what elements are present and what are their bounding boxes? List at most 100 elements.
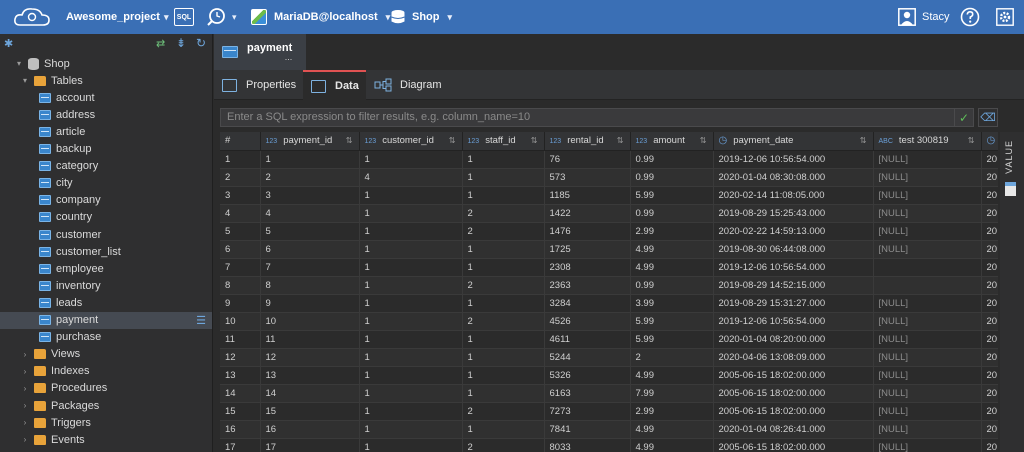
table-cell[interactable]: 1 bbox=[462, 384, 545, 403]
table-cell[interactable]: 1 bbox=[359, 240, 463, 259]
table-cell[interactable]: 2 bbox=[630, 348, 714, 367]
table-cell[interactable]: 4526 bbox=[544, 312, 631, 331]
table-row[interactable]: 2 2 4 1 573 0.99 2020-01-04 08:30:08.000 [NULL]… bbox=[220, 168, 998, 187]
table-cell[interactable]: 2019-12-06 10:56:54.000 bbox=[713, 258, 874, 277]
table-cell[interactable]: 2.99 bbox=[630, 222, 714, 241]
refresh-icon[interactable]: ↻ bbox=[196, 36, 206, 50]
column-header[interactable]: 123 payment_id ⇅ bbox=[260, 132, 360, 151]
tree-folder-packages[interactable]: › Packages bbox=[0, 397, 212, 414]
table-cell[interactable]: 2020-02-22 14:59:13.000 bbox=[713, 222, 874, 241]
column-header[interactable]: 123 amount ⇅ bbox=[630, 132, 714, 151]
table-cell[interactable]: 1 bbox=[462, 294, 545, 313]
table-cell[interactable]: 16 bbox=[260, 420, 360, 439]
tree-folder-views[interactable]: › Views bbox=[0, 346, 212, 363]
table-cell[interactable]: [NULL] bbox=[873, 294, 982, 313]
table-cell[interactable]: 1 bbox=[462, 258, 545, 277]
table-cell[interactable]: 6163 bbox=[544, 384, 631, 403]
table-cell[interactable]: 1 bbox=[359, 150, 463, 169]
table-row[interactable]: 16 16 1 1 7841 4.99 2020-01-04 08:26:41.000 [NU… bbox=[220, 420, 998, 439]
table-cell[interactable]: 2020-01-04 08:26:41.000 bbox=[713, 420, 874, 439]
tree-table-city[interactable]: city bbox=[0, 175, 212, 192]
table-cell[interactable]: 11 bbox=[260, 330, 360, 349]
table-cell[interactable]: 2.99 bbox=[630, 402, 714, 421]
table-cell[interactable]: 20 bbox=[981, 258, 998, 277]
table-cell[interactable]: 3.99 bbox=[630, 294, 714, 313]
sort-icon[interactable]: ⇅ bbox=[346, 136, 353, 145]
table-row[interactable]: 10 10 1 2 4526 5.99 2019-12-06 10:56:54.000 [NU… bbox=[220, 312, 998, 331]
tree-table-category[interactable]: category bbox=[0, 158, 212, 175]
table-cell[interactable]: [NULL] bbox=[873, 402, 982, 421]
tree-table-purchase[interactable]: purchase bbox=[0, 329, 212, 346]
table-row[interactable]: 5 5 1 2 1476 2.99 2020-02-22 14:59:13.000 [NULL… bbox=[220, 222, 998, 241]
table-cell[interactable]: [NULL] bbox=[873, 312, 982, 331]
table-cell[interactable]: 20 bbox=[981, 366, 998, 385]
table-cell[interactable]: 1 bbox=[462, 168, 545, 187]
column-header[interactable]: ABC test 300819 ⇅ bbox=[873, 132, 982, 151]
table-cell[interactable]: 0.99 bbox=[630, 150, 714, 169]
table-row[interactable]: 13 13 1 1 5326 4.99 2005-06-15 18:02:00.000 [NU… bbox=[220, 366, 998, 385]
table-cell[interactable]: 2019-08-29 14:52:15.000 bbox=[713, 276, 874, 295]
tree-table-leads[interactable]: leads bbox=[0, 294, 212, 311]
connection-selector[interactable]: MariaDB@localhost ▾ bbox=[251, 0, 390, 34]
tree-table-payment[interactable]: payment ☰ bbox=[0, 311, 212, 329]
table-cell[interactable]: 20 bbox=[981, 438, 998, 452]
settings-icon[interactable]: ✱ bbox=[4, 37, 13, 50]
table-cell[interactable]: 10 bbox=[260, 312, 360, 331]
table-cell[interactable]: [NULL] bbox=[873, 150, 982, 169]
collapse-all-icon[interactable]: ⇟ bbox=[176, 36, 186, 50]
table-cell[interactable]: 2020-01-04 08:30:08.000 bbox=[713, 168, 874, 187]
sort-icon[interactable]: ⇅ bbox=[531, 136, 538, 145]
sort-icon[interactable]: ⇅ bbox=[449, 136, 456, 145]
table-cell[interactable]: 1 bbox=[359, 384, 463, 403]
table-row[interactable]: 6 6 1 1 1725 4.99 2019-08-30 06:44:08.000 [NULL… bbox=[220, 240, 998, 259]
table-cell[interactable]: 1 bbox=[359, 402, 463, 421]
table-cell[interactable]: 20 bbox=[981, 168, 998, 187]
table-cell[interactable]: 1476 bbox=[544, 222, 631, 241]
table-row[interactable]: 9 9 1 1 3284 3.99 2019-08-29 15:31:27.000 [NULL… bbox=[220, 294, 998, 313]
table-cell[interactable]: 2005-06-15 18:02:00.000 bbox=[713, 402, 874, 421]
table-cell[interactable]: 1725 bbox=[544, 240, 631, 259]
table-cell[interactable]: 2019-08-30 06:44:08.000 bbox=[713, 240, 874, 259]
table-cell[interactable]: 1 bbox=[462, 366, 545, 385]
table-cell[interactable]: [NULL] bbox=[873, 330, 982, 349]
table-cell[interactable]: 14 bbox=[260, 384, 360, 403]
table-cell[interactable]: 1 bbox=[359, 348, 463, 367]
expand-arrow-icon[interactable]: › bbox=[20, 367, 30, 376]
table-cell[interactable]: 76 bbox=[544, 150, 631, 169]
table-cell[interactable]: 4.99 bbox=[630, 258, 714, 277]
table-cell[interactable]: 20 bbox=[981, 276, 998, 295]
table-row[interactable]: 11 11 1 1 4611 5.99 2020-01-04 08:20:00.000 [NU… bbox=[220, 330, 998, 349]
sort-icon[interactable]: ⇅ bbox=[617, 136, 624, 145]
column-header[interactable]: 123 customer_id ⇅ bbox=[359, 132, 463, 151]
table-cell[interactable]: 1 bbox=[359, 258, 463, 277]
table-cell[interactable]: 1 bbox=[462, 186, 545, 205]
help-button[interactable] bbox=[960, 7, 980, 27]
table-cell[interactable]: 15 bbox=[260, 402, 360, 421]
tree-table-account[interactable]: account bbox=[0, 89, 212, 106]
table-cell[interactable] bbox=[873, 276, 982, 295]
expand-arrow-icon[interactable]: › bbox=[20, 384, 30, 393]
filter-input[interactable]: Enter a SQL expression to filter results… bbox=[220, 108, 972, 127]
value-panel-toggle[interactable]: VALUE bbox=[1000, 132, 1024, 452]
table-row[interactable]: 4 4 1 2 1422 0.99 2019-08-29 15:25:43.000 [NULL… bbox=[220, 204, 998, 223]
project-selector[interactable]: Awesome_project ▾ bbox=[66, 0, 168, 34]
expand-arrow-icon[interactable]: › bbox=[20, 401, 30, 410]
table-cell[interactable]: 1 bbox=[462, 348, 545, 367]
table-cell[interactable]: 1 bbox=[359, 204, 463, 223]
user-menu[interactable]: Stacy bbox=[898, 0, 950, 34]
table-cell[interactable]: 3 bbox=[260, 186, 360, 205]
settings-button[interactable] bbox=[996, 8, 1014, 26]
tree-table-employee[interactable]: employee bbox=[0, 260, 212, 277]
table-cell[interactable]: 20 bbox=[981, 186, 998, 205]
menu-icon[interactable]: ☰ bbox=[196, 314, 206, 327]
tree-folder-procedures[interactable]: › Procedures bbox=[0, 380, 212, 397]
sort-icon[interactable]: ⇅ bbox=[700, 136, 707, 145]
table-row[interactable]: 1 1 1 1 76 0.99 2019-12-06 10:56:54.000 [NULL] 2… bbox=[220, 150, 998, 169]
tree-table-country[interactable]: country bbox=[0, 209, 212, 226]
table-cell[interactable]: 2308 bbox=[544, 258, 631, 277]
table-cell[interactable]: 2 bbox=[462, 312, 545, 331]
table-cell[interactable]: 8033 bbox=[544, 438, 631, 452]
table-cell[interactable]: 0.99 bbox=[630, 204, 714, 223]
table-cell[interactable]: 2 bbox=[462, 222, 545, 241]
table-cell[interactable]: 7 bbox=[260, 258, 360, 277]
